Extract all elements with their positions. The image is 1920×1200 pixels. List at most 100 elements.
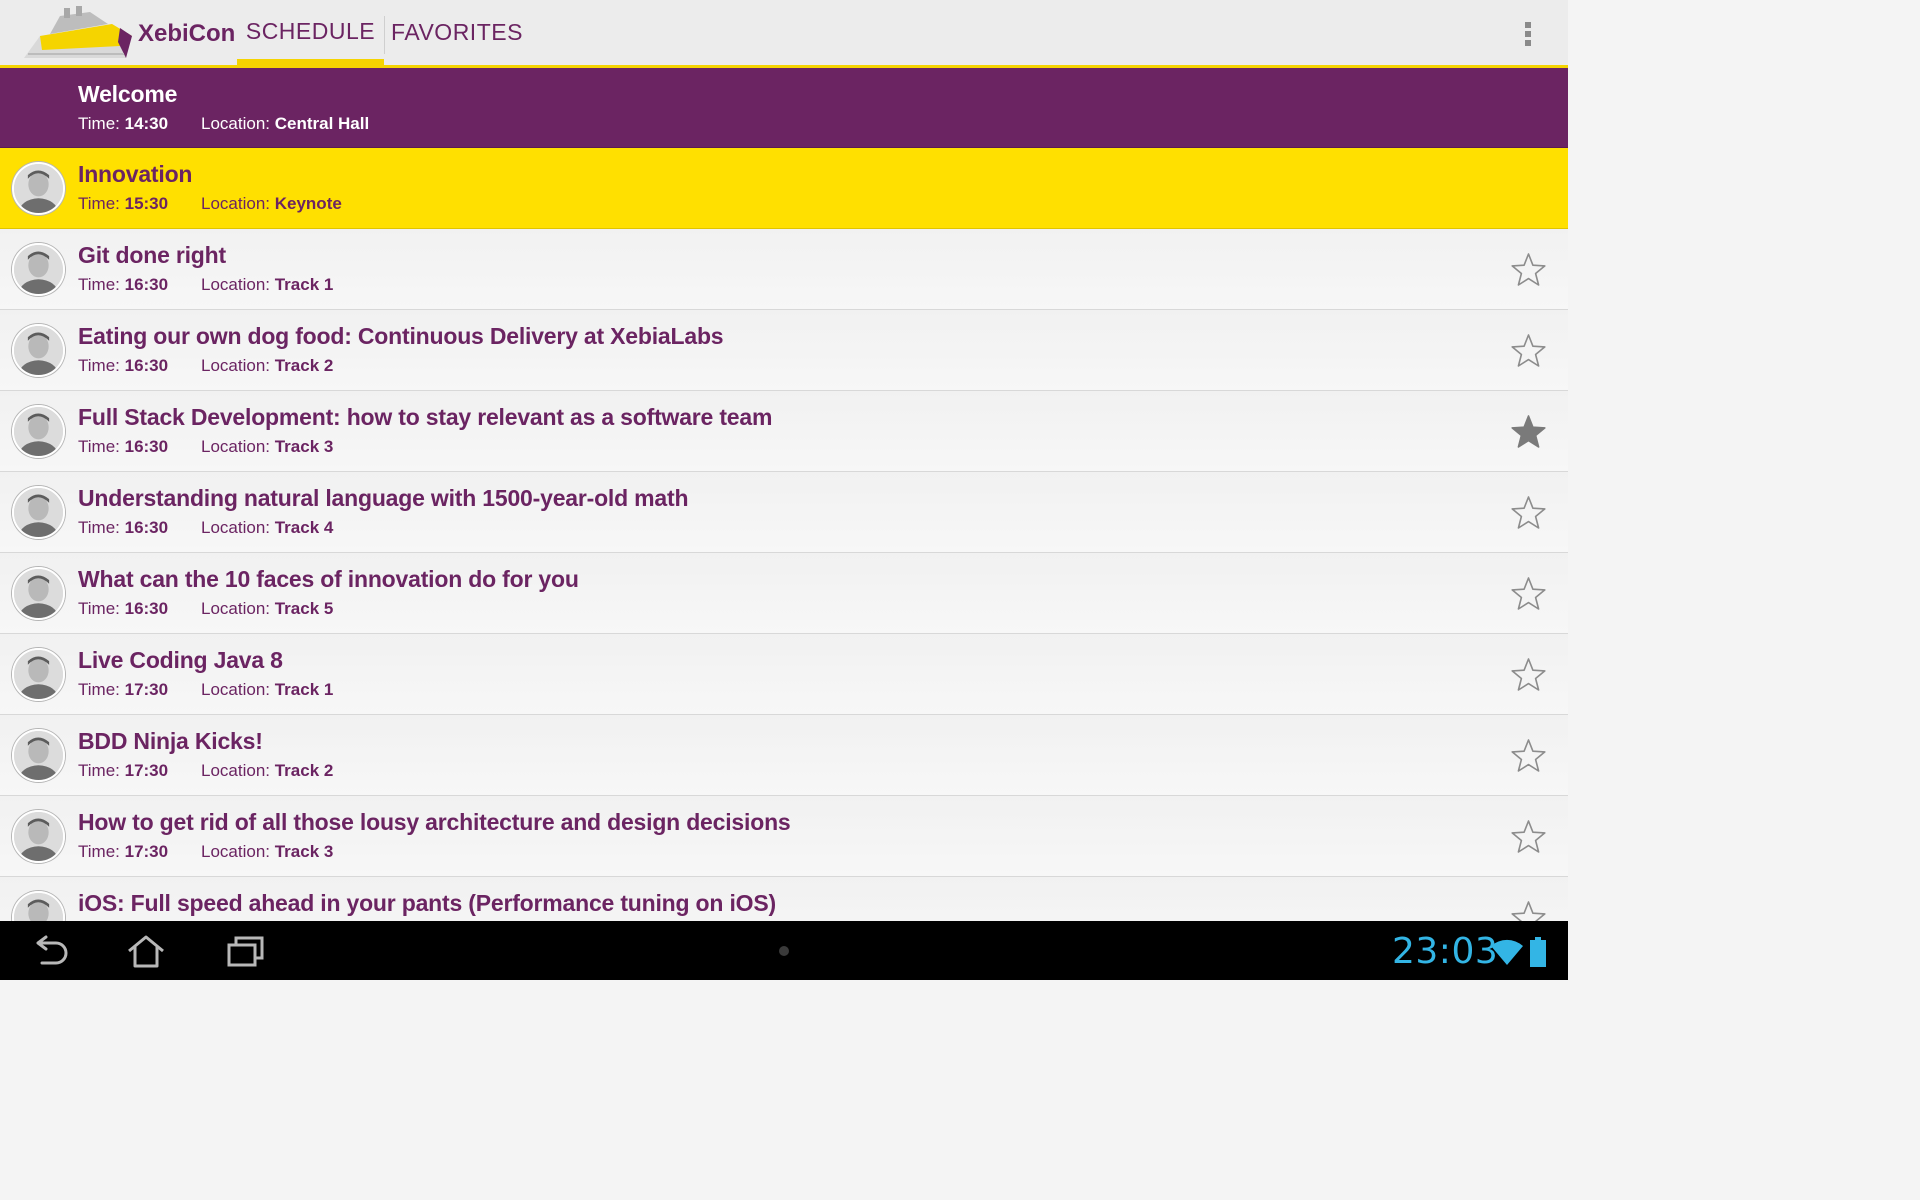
location-group: Location: Keynote: [201, 194, 342, 214]
tab-favorites[interactable]: FAVORITES: [385, 0, 529, 65]
session-title: How to get rid of all those lousy archit…: [78, 809, 791, 835]
session-row[interactable]: What can the 10 faces of innovation do f…: [0, 553, 1568, 634]
time-label: Time:: [78, 680, 120, 699]
location-label: Location:: [201, 356, 270, 375]
session-row[interactable]: Innovation Time: 15:30 Location: Keynote: [0, 148, 1568, 229]
star-outline-icon[interactable]: [1510, 738, 1547, 773]
nav-dot: [779, 946, 789, 956]
location-group: Location: Track 1: [201, 680, 333, 700]
speaker-avatar: [12, 648, 65, 701]
session-time: 17:30: [124, 680, 169, 699]
session-title: iOS: Full speed ahead in your pants (Per…: [78, 890, 776, 916]
session-time: 16:30: [124, 518, 169, 537]
location-group: Location: Track 3: [201, 437, 333, 457]
location-label: Location:: [201, 275, 270, 294]
star-outline-icon[interactable]: [1510, 252, 1547, 287]
speaker-avatar: [12, 891, 65, 921]
speaker-avatar: [12, 405, 65, 458]
session-title: Understanding natural language with 1500…: [78, 485, 689, 511]
session-meta: Time: 16:30 Location: Track 4: [78, 518, 333, 538]
session-title: What can the 10 faces of innovation do f…: [78, 566, 579, 592]
star-outline-icon[interactable]: [1510, 576, 1547, 611]
overflow-dot: [1525, 40, 1531, 46]
location-label: Location:: [201, 680, 270, 699]
location-label: Location:: [201, 599, 270, 618]
session-location: Track 4: [274, 518, 334, 537]
session-row[interactable]: Welcome Time: 14:30 Location: Central Hall: [0, 68, 1568, 148]
location-label: Location:: [201, 842, 270, 861]
session-location: Track 3: [274, 842, 334, 861]
session-title: Eating our own dog food: Continuous Deli…: [78, 323, 724, 349]
wifi-icon: [1491, 939, 1523, 965]
xebicon-ship-logo[interactable]: [20, 6, 134, 62]
session-title: Live Coding Java 8: [78, 647, 283, 673]
back-icon[interactable]: [30, 933, 70, 969]
session-location: Central Hall: [274, 114, 370, 133]
location-label: Location:: [201, 518, 270, 537]
location-group: Location: Central Hall: [201, 114, 369, 134]
session-location: Track 3: [274, 437, 334, 456]
location-group: Location: Track 2: [201, 356, 333, 376]
session-row[interactable]: Full Stack Development: how to stay rele…: [0, 391, 1568, 472]
time-label: Time:: [78, 599, 120, 618]
session-location: Track 2: [274, 761, 334, 780]
session-meta: Time: 16:30 Location: Track 5: [78, 599, 333, 619]
time-label: Time:: [78, 518, 120, 537]
session-title: BDD Ninja Kicks!: [78, 728, 263, 754]
star-outline-icon[interactable]: [1510, 495, 1547, 530]
session-row[interactable]: How to get rid of all those lousy archit…: [0, 796, 1568, 877]
session-row[interactable]: Git done right Time: 16:30 Location: Track…: [0, 229, 1568, 310]
location-group: Location: Track 5: [201, 599, 333, 619]
session-row[interactable]: BDD Ninja Kicks! Time: 17:30 Location: Tra…: [0, 715, 1568, 796]
home-icon[interactable]: [126, 933, 166, 969]
location-group: Location: Track 1: [201, 275, 333, 295]
overflow-dot: [1525, 22, 1531, 28]
star-filled-icon[interactable]: [1510, 414, 1547, 449]
time-label: Time:: [78, 437, 120, 456]
session-meta: Time: 15:30 Location: Keynote: [78, 194, 342, 214]
speaker-avatar: [12, 243, 65, 296]
location-group: Location: Track 3: [201, 842, 333, 862]
session-title: Git done right: [78, 242, 226, 268]
session-meta: Time: 17:30 Location: Track 3: [78, 842, 333, 862]
session-location: Track 2: [274, 356, 334, 375]
session-meta: Time: 17:30 Location: Track 2: [78, 761, 333, 781]
app-screen: XebiCon SCHEDULE FAVORITES Welcome Time: …: [0, 0, 1568, 980]
location-label: Location:: [201, 114, 270, 133]
star-outline-icon[interactable]: [1510, 900, 1547, 921]
location-group: Location: Track 2: [201, 761, 333, 781]
session-meta: Time: 16:30 Location: Track 1: [78, 275, 333, 295]
session-time: 16:30: [124, 356, 169, 375]
action-bar: XebiCon SCHEDULE FAVORITES: [0, 0, 1568, 68]
time-label: Time:: [78, 194, 120, 213]
session-meta: Time: 16:30 Location: Track 2: [78, 356, 333, 376]
star-outline-icon[interactable]: [1510, 333, 1547, 368]
location-group: Location: Track 4: [201, 518, 333, 538]
overflow-dot: [1525, 31, 1531, 37]
location-label: Location:: [201, 194, 270, 213]
session-row[interactable]: Understanding natural language with 1500…: [0, 472, 1568, 553]
time-label: Time:: [78, 761, 120, 780]
session-location: Keynote: [274, 194, 342, 213]
overflow-menu-icon[interactable]: [1516, 18, 1540, 50]
speaker-avatar: [12, 486, 65, 539]
session-time: 16:30: [124, 275, 169, 294]
session-meta: Time: 16:30 Location: Track 3: [78, 437, 333, 457]
tab-schedule[interactable]: SCHEDULE: [237, 0, 384, 65]
session-row[interactable]: iOS: Full speed ahead in your pants (Per…: [0, 877, 1568, 921]
star-outline-icon[interactable]: [1510, 657, 1547, 692]
session-location: Track 1: [274, 680, 334, 699]
session-row[interactable]: Eating our own dog food: Continuous Deli…: [0, 310, 1568, 391]
session-title: Innovation: [78, 161, 193, 187]
session-meta: Time: 14:30 Location: Central Hall: [78, 114, 369, 134]
time-label: Time:: [78, 114, 120, 133]
speaker-avatar: [12, 810, 65, 863]
time-label: Time:: [78, 356, 120, 375]
session-time: 17:30: [124, 761, 169, 780]
session-meta: Time: 17:30 Location: Track 1: [78, 680, 333, 700]
star-outline-icon[interactable]: [1510, 819, 1547, 854]
recent-apps-icon[interactable]: [226, 933, 266, 969]
speaker-avatar: [12, 729, 65, 782]
session-row[interactable]: Live Coding Java 8 Time: 17:30 Location: T…: [0, 634, 1568, 715]
schedule-list[interactable]: Welcome Time: 14:30 Location: Central Hall…: [0, 68, 1568, 921]
